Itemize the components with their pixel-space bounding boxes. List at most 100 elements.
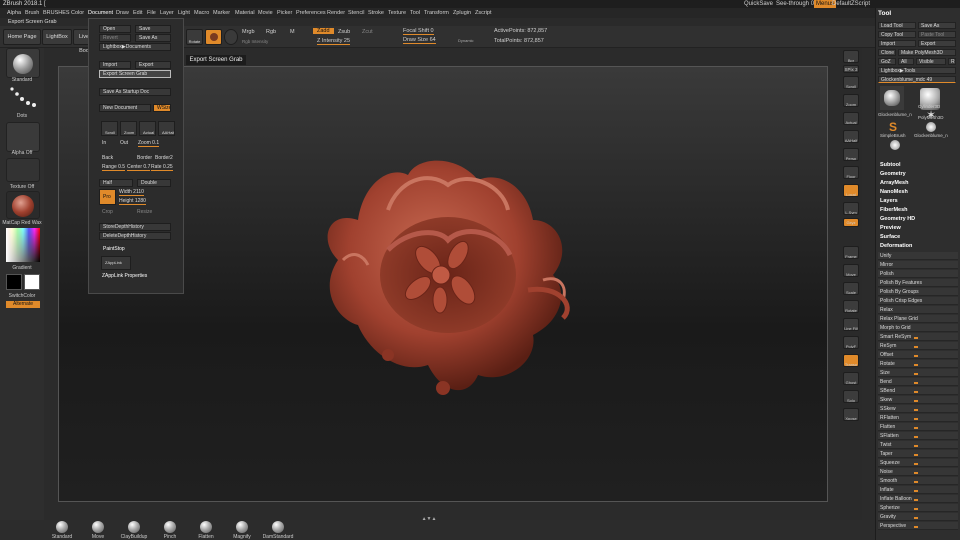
zoom-slider[interactable]: Zoom 0.1 <box>138 140 160 147</box>
section-surface[interactable]: Surface <box>880 234 900 240</box>
lsym-button[interactable]: L.Sym <box>843 202 859 215</box>
alternate-button[interactable]: Alternate <box>6 301 40 308</box>
deform-item-polish-crisp-edges[interactable]: Polish Crisp Edges <box>878 297 958 305</box>
dynamic-toggle[interactable]: Dynamic <box>458 38 474 43</box>
deform-item-flatten[interactable]: Flatten <box>878 423 958 431</box>
bpr-button[interactable]: Bpr <box>843 50 859 63</box>
deform-slider-bar[interactable] <box>914 436 918 438</box>
m-button[interactable]: M <box>290 29 295 35</box>
open-button[interactable]: Open <box>99 25 131 33</box>
new-document-button[interactable]: New Document <box>99 104 151 112</box>
polyf-button[interactable]: PolyF <box>843 336 859 349</box>
section-geometry-hd[interactable]: Geometry HD <box>880 216 915 222</box>
tool-save-as-button[interactable]: Save As <box>918 22 956 29</box>
draw-size-slider[interactable]: Draw Size 64 <box>403 37 436 44</box>
menu-edit[interactable]: Edit <box>133 8 142 18</box>
deform-item-resym[interactable]: ReSym <box>878 342 958 350</box>
menu-file[interactable]: File <box>147 8 156 18</box>
width-slider[interactable]: Width 2110 <box>119 189 144 196</box>
deform-slider-bar[interactable] <box>914 427 918 429</box>
make-polymesh-button[interactable]: Make PolyMesh3D <box>898 49 956 56</box>
menu-material[interactable]: Material <box>235 8 255 18</box>
clone-button[interactable]: Clone <box>878 49 896 56</box>
color-picker[interactable] <box>6 228 40 262</box>
switch-color-button[interactable]: SwitchColor <box>0 293 44 299</box>
rgb-intensity-slider[interactable]: Rgb Intensity <box>242 39 268 44</box>
deform-slider-bar[interactable] <box>914 373 918 375</box>
deform-item-skew[interactable]: Skew <box>878 396 958 404</box>
menu-macro[interactable]: Macro <box>194 8 209 18</box>
deform-item-smart-resym[interactable]: Smart ReSym <box>878 333 958 341</box>
menu-brush[interactable]: Brush <box>25 8 39 18</box>
deform-item-unify[interactable]: Unify <box>878 252 958 260</box>
pro-button[interactable]: Pro <box>99 189 116 205</box>
zapplink-button[interactable]: ZAppLink <box>101 256 131 270</box>
import-button[interactable]: Import <box>99 61 131 69</box>
secondary-color-swatch[interactable] <box>24 274 40 290</box>
menu-preferences[interactable]: Preferences <box>296 8 326 18</box>
deform-slider-bar[interactable] <box>914 526 918 528</box>
lightbox-button[interactable]: LightBox <box>42 29 72 45</box>
delete-depth-history-button[interactable]: DeleteDepthHistory <box>99 232 171 240</box>
zoom-in-button[interactable]: In <box>102 140 106 146</box>
menu-zscript[interactable]: Zscript <box>475 8 492 18</box>
menu-alpha[interactable]: Alpha <box>7 8 21 18</box>
deform-slider-bar[interactable] <box>914 454 918 456</box>
menu-movie[interactable]: Movie <box>258 8 273 18</box>
resize-button[interactable]: Resize <box>137 209 152 215</box>
deform-slider-bar[interactable] <box>914 418 918 420</box>
deform-item-rotate[interactable]: Rotate <box>878 360 958 368</box>
deform-item-perspective[interactable]: Perspective <box>878 522 958 530</box>
deform-item-relax-plane-grid[interactable]: Relax Plane Grid <box>878 315 958 323</box>
frame-button[interactable]: Frame <box>843 246 859 259</box>
deform-item-morph-to-grid[interactable]: Morph to Grid <box>878 324 958 332</box>
scroll-view-button[interactable]: Scroll <box>843 76 859 89</box>
deform-item-rflatten[interactable]: RFlatten <box>878 414 958 422</box>
zoom-button[interactable]: Zoom <box>120 121 137 136</box>
section-layers[interactable]: Layers <box>880 198 898 204</box>
save-startup-doc-button[interactable]: Save As Startup Doc <box>99 88 171 96</box>
deform-item-sflatten[interactable]: SFlatten <box>878 432 958 440</box>
menu-brushes[interactable]: BRUSHES <box>43 8 70 18</box>
menu-draw[interactable]: Draw <box>116 8 129 18</box>
deform-item-sbend[interactable]: SBend <box>878 387 958 395</box>
deform-slider-bar[interactable] <box>914 355 918 357</box>
deform-item-polish[interactable]: Polish <box>878 270 958 278</box>
deform-item-noise[interactable]: Noise <box>878 468 958 476</box>
scroll-button[interactable]: Scroll <box>101 121 118 136</box>
deform-slider-bar[interactable] <box>914 517 918 519</box>
deform-item-sskew[interactable]: SSkew <box>878 405 958 413</box>
deform-item-spherize[interactable]: Spherize <box>878 504 958 512</box>
deform-item-bend[interactable]: Bend <box>878 378 958 386</box>
lightbox-tools-button[interactable]: Lightbox▶Tools <box>878 67 956 74</box>
material-thumbnail[interactable] <box>6 191 40 219</box>
deform-item-polish-by-features[interactable]: Polish By Features <box>878 279 958 287</box>
section-subtool[interactable]: Subtool <box>880 162 900 168</box>
glockenblume-tool-icon-2[interactable] <box>926 122 936 132</box>
material-swatch-button[interactable] <box>205 29 222 45</box>
menu-picker[interactable]: Picker <box>277 8 292 18</box>
load-tool-button[interactable]: Load Tool <box>878 22 916 29</box>
tool-thumb-small-icon[interactable] <box>890 140 900 150</box>
store-depth-history-button[interactable]: StoreDepthHistory <box>99 223 171 231</box>
deform-item-taper[interactable]: Taper <box>878 450 958 458</box>
export-screen-grab-button[interactable]: Export Screen Grab <box>99 70 171 78</box>
lightbox-documents-button[interactable]: Lightbox▶Documents <box>99 43 171 51</box>
zcut-button[interactable]: Zcut <box>362 29 373 35</box>
scale-view-button[interactable]: Scale <box>843 282 859 295</box>
menu-light[interactable]: Light <box>178 8 190 18</box>
rate-slider[interactable]: Rate 0.25 <box>151 164 173 171</box>
menu-texture[interactable]: Texture <box>388 8 406 18</box>
wsize-button[interactable]: WSize <box>153 104 171 112</box>
copy-tool-button[interactable]: Copy Tool <box>878 31 916 38</box>
tool-thumb-glockenblume[interactable] <box>880 86 904 110</box>
revert-button[interactable]: Revert <box>99 34 131 42</box>
simplebrush-tool-icon[interactable]: S <box>889 120 897 134</box>
save-button[interactable]: Save <box>135 25 171 33</box>
deform-item-size[interactable]: Size <box>878 369 958 377</box>
goz-all-button[interactable]: All <box>898 58 914 65</box>
rgb-button[interactable]: Rgb <box>266 29 276 35</box>
rotate-button[interactable]: Rotate <box>186 29 203 45</box>
section-preview[interactable]: Preview <box>880 225 901 231</box>
half-button[interactable]: Half <box>99 179 133 187</box>
